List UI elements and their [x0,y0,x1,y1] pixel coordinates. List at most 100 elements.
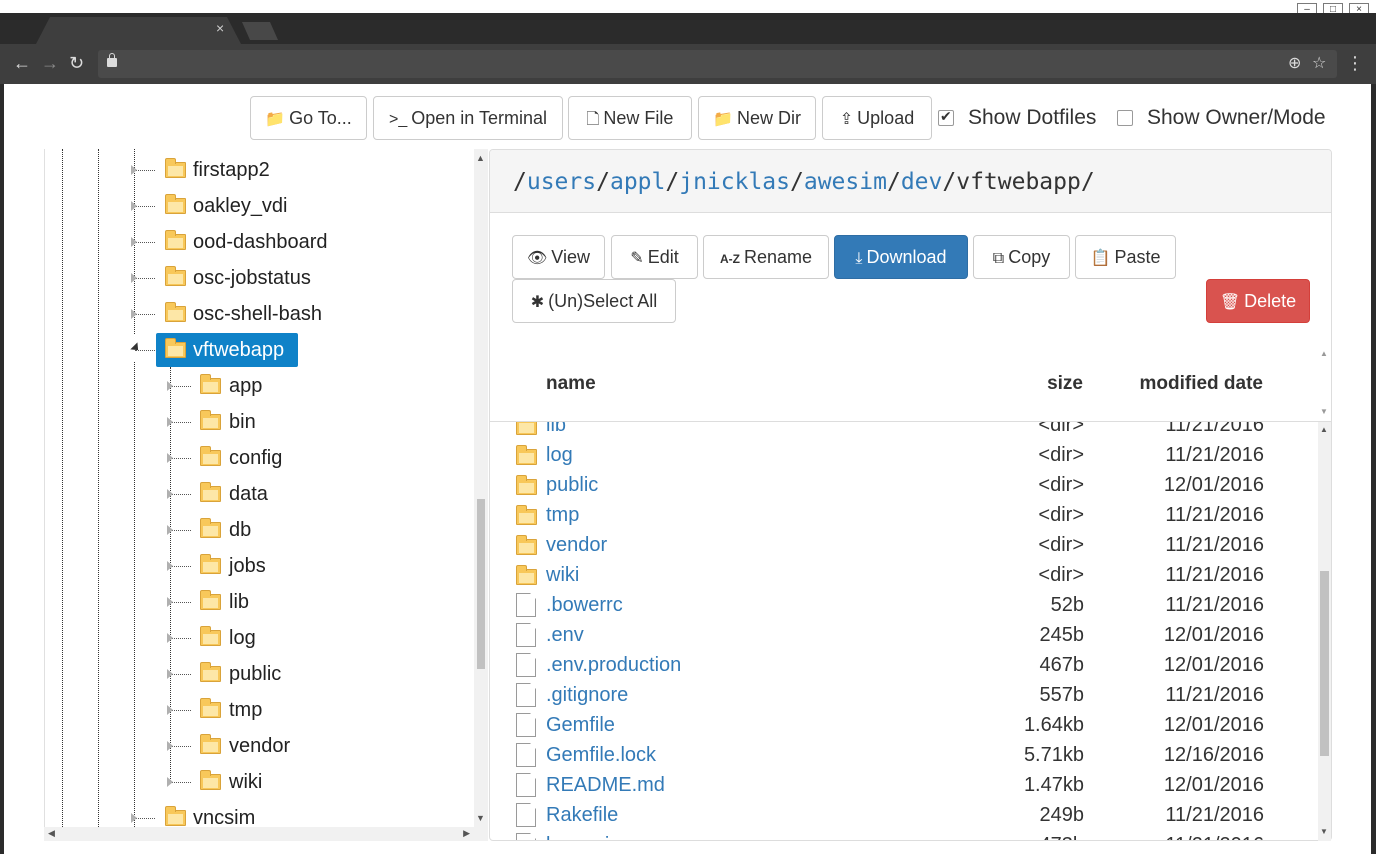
scroll-right-icon[interactable]: ▶ [463,828,470,839]
paste-button[interactable]: 📋 Paste [1075,235,1176,279]
file-name-link[interactable]: bower.json [546,833,642,840]
expand-arrow-icon[interactable] [167,381,173,391]
tree-item-3[interactable]: osc-jobstatus [45,261,485,295]
file-name-link[interactable]: public [546,473,598,497]
scroll-left-icon[interactable]: ◀ [48,828,55,839]
tree-child-6[interactable]: lib [45,585,485,619]
file-name-link[interactable]: .env [546,623,584,647]
breadcrumb-users[interactable]: users [527,169,596,195]
menu-icon[interactable]: ⋮ [1346,52,1364,74]
scroll-down-icon[interactable]: ▼ [476,813,485,823]
table-row[interactable]: .gitignore 557b 11/21/2016 [490,680,1320,710]
delete-button[interactable]: 🗑 Delete [1206,279,1310,323]
forward-icon[interactable]: → [41,52,59,74]
expand-arrow-icon[interactable] [167,489,173,499]
file-name-link[interactable]: tmp [546,503,579,527]
tree-child-1[interactable]: bin [45,405,485,439]
table-row[interactable]: .env.production 467b 12/01/2016 [490,650,1320,680]
expand-arrow-icon[interactable] [167,597,173,607]
view-button[interactable]: 👁 View [512,235,605,279]
scroll-down-icon[interactable]: ▼ [1320,407,1328,417]
tree-scroll-thumb[interactable] [477,499,485,669]
column-header-size[interactable]: size [1047,372,1083,396]
tree-child-9[interactable]: tmp [45,693,485,727]
expand-arrow-icon[interactable] [167,705,173,715]
scroll-down-icon[interactable]: ▼ [1320,827,1328,837]
table-row[interactable]: Rakefile 249b 11/21/2016 [490,800,1320,830]
tree-child-0[interactable]: app [45,369,485,403]
expand-arrow-icon[interactable] [167,741,173,751]
file-name-link[interactable]: Gemfile.lock [546,743,656,767]
tree-child-7[interactable]: log [45,621,485,655]
file-name-link[interactable]: README.md [546,773,665,797]
new-tab-button[interactable] [242,22,278,40]
expand-arrow-icon[interactable] [167,525,173,535]
header-scrollbar[interactable]: ▲ ▼ [1318,347,1331,419]
file-name-link[interactable]: vendor [546,533,607,557]
file-name-link[interactable]: .env.production [546,653,681,677]
column-header-name[interactable]: name [546,372,596,396]
breadcrumb-appl[interactable]: appl [610,169,665,195]
file-list-scrollbar[interactable]: ▲ ▼ [1318,422,1331,841]
new-dir-button[interactable]: 📁 New Dir [698,96,816,140]
table-row[interactable]: .env 245b 12/01/2016 [490,620,1320,650]
file-list-scroll-thumb[interactable] [1320,571,1329,756]
table-row[interactable]: public <dir> 12/01/2016 [490,470,1320,500]
expand-arrow-icon[interactable] [167,669,173,679]
tree-item-4[interactable]: osc-shell-bash [45,297,485,331]
expand-arrow-icon[interactable] [167,417,173,427]
new-file-button[interactable]: 🗋 New File [568,96,692,140]
tree-child-4[interactable]: db [45,513,485,547]
expand-arrow-icon[interactable] [131,273,137,283]
scroll-up-icon[interactable]: ▲ [1320,349,1328,359]
open-terminal-button[interactable]: >_ Open in Terminal [373,96,563,140]
tree-item-0[interactable]: firstapp2 [45,153,485,187]
download-button[interactable]: ⤓ Download [834,235,968,279]
reload-icon[interactable]: ↻ [69,52,84,74]
address-bar[interactable]: ⊕ ☆ [98,50,1337,78]
browser-tab[interactable] [36,17,241,44]
star-icon[interactable]: ☆ [1312,54,1326,74]
expand-arrow-icon[interactable] [131,237,137,247]
collapse-arrow-icon[interactable] [130,342,142,354]
tree-child-8[interactable]: public [45,657,485,691]
expand-arrow-icon[interactable] [131,201,137,211]
expand-arrow-icon[interactable] [167,633,173,643]
file-name-link[interactable]: log [546,443,573,467]
tree-item-1[interactable]: oakley_vdi [45,189,485,223]
tree-item-2[interactable]: ood-dashboard [45,225,485,259]
expand-arrow-icon[interactable] [167,561,173,571]
tree-horizontal-scrollbar[interactable]: ◀ ▶ [44,827,474,841]
file-name-link[interactable]: .gitignore [546,683,628,707]
select-all-button[interactable]: ✱ (Un)Select All [512,279,676,323]
copy-button[interactable]: ⧉ Copy [973,235,1070,279]
scroll-up-icon[interactable]: ▲ [1320,425,1328,435]
table-row[interactable]: Gemfile 1.64kb 12/01/2016 [490,710,1320,740]
file-name-link[interactable]: .bowerrc [546,593,623,617]
expand-arrow-icon[interactable] [131,165,137,175]
table-row[interactable]: bower.json 473b 11/21/2016 [490,830,1320,840]
upload-button[interactable]: ⇪ Upload [822,96,932,140]
table-row[interactable]: log <dir> 11/21/2016 [490,440,1320,470]
table-row[interactable]: README.md 1.47kb 12/01/2016 [490,770,1320,800]
zoom-icon[interactable]: ⊕ [1288,54,1301,74]
tree-child-5[interactable]: jobs [45,549,485,583]
table-row[interactable]: vendor <dir> 11/21/2016 [490,530,1320,560]
back-icon[interactable]: ← [13,52,31,74]
breadcrumb-jnicklas[interactable]: jnicklas [679,169,790,195]
tree-vertical-scrollbar[interactable]: ▲ ▼ [474,149,488,841]
column-header-date[interactable]: modified date [1139,372,1263,396]
expand-arrow-icon[interactable] [131,309,137,319]
file-name-link[interactable]: Rakefile [546,803,618,827]
goto-button[interactable]: 📁 Go To... [250,96,367,140]
breadcrumb-awesim[interactable]: awesim [804,169,887,195]
table-row[interactable]: lib <dir> 11/21/2016 [490,422,1320,440]
file-name-link[interactable]: Gemfile [546,713,615,737]
table-row[interactable]: wiki <dir> 11/21/2016 [490,560,1320,590]
tree-child-10[interactable]: vendor [45,729,485,763]
tree-child-2[interactable]: config [45,441,485,475]
table-row[interactable]: .bowerrc 52b 11/21/2016 [490,590,1320,620]
expand-arrow-icon[interactable] [167,453,173,463]
edit-button[interactable]: ✎ Edit [611,235,698,279]
file-name-link[interactable]: wiki [546,563,579,587]
